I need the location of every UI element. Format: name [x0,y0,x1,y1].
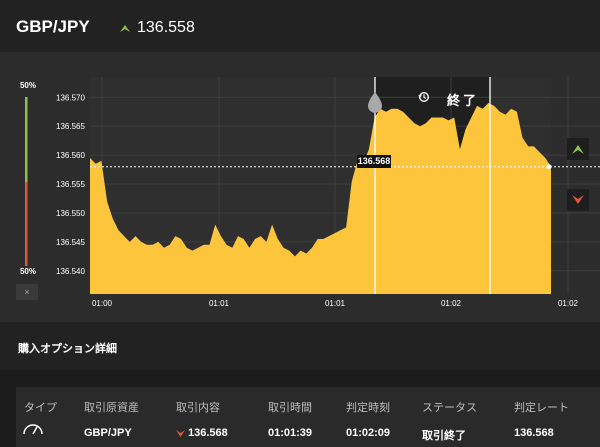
y-tick-label: 136.555 [56,180,85,189]
down-arrow-icon [176,429,185,437]
col-header: 判定時刻 [346,402,390,414]
currency-pair-title: GBP/JPY [16,17,90,36]
y-tick-label: 136.560 [56,151,85,160]
details-table: タイプ 取引原資産 取引内容 取引時間 判定時刻 ステータス 判定レート GBP… [16,387,600,447]
x-tick-label: 01:01 [325,299,346,308]
x-tick-label: 01:01 [209,299,230,308]
y-tick-label: 136.565 [56,122,85,131]
status-cell: 取引終了 [422,430,466,442]
up-payout-bar [25,97,28,182]
col-header: 取引原資産 [84,402,139,414]
end-label-text: 終了 [447,93,480,108]
trade-time-cell: 01:01:39 [268,427,313,439]
y-tick-label: 136.570 [56,93,85,102]
col-header: ステータス [422,402,477,414]
content-cell: 136.568 [176,427,228,439]
col-header: 取引時間 [268,402,312,414]
header-bar: GBP/JPY 136.558 [0,0,600,52]
low-button[interactable] [567,189,589,211]
y-tick-label: 136.540 [56,267,85,276]
y-tick-label: 136.545 [56,238,85,247]
x-tick-label: 01:00 [92,299,113,308]
up-arrow-icon [120,25,130,32]
entry-price-tag: 136.568 [357,155,391,168]
x-tick-label: 01:02 [441,299,462,308]
y-tick-label: 136.550 [56,209,85,218]
history-icon [418,91,430,103]
high-button[interactable] [567,138,589,160]
purchase-details-header: 購入オプション詳細 [0,322,600,370]
down-payout-bar [25,182,28,266]
chart-panel: 136.570 136.565 136.560 136.555 136.550 136.5… [0,52,600,322]
price-chart: 136.570 136.565 136.560 136.555 136.550 136.5… [25,77,600,308]
col-header: 判定レート [514,402,569,414]
current-rate-dot [546,164,552,170]
judge-time-cell: 01:02:09 [346,427,391,439]
gauge-icon [23,424,43,435]
close-button[interactable]: × [16,284,38,300]
down-payout-label: 50% [19,267,36,276]
col-header: 取引内容 [176,402,220,414]
current-price: 136.558 [137,19,195,36]
judge-rate-cell: 136.568 [514,427,554,439]
content-value: 136.568 [188,427,228,439]
col-header: タイプ [24,402,57,414]
asset-cell: GBP/JPY [84,427,132,439]
up-arrow-icon [572,145,584,154]
down-arrow-icon [572,195,584,204]
x-tick-label: 01:02 [558,299,579,308]
up-payout-label: 50% [19,81,36,90]
section-title: 購入オプション詳細 [18,343,117,355]
